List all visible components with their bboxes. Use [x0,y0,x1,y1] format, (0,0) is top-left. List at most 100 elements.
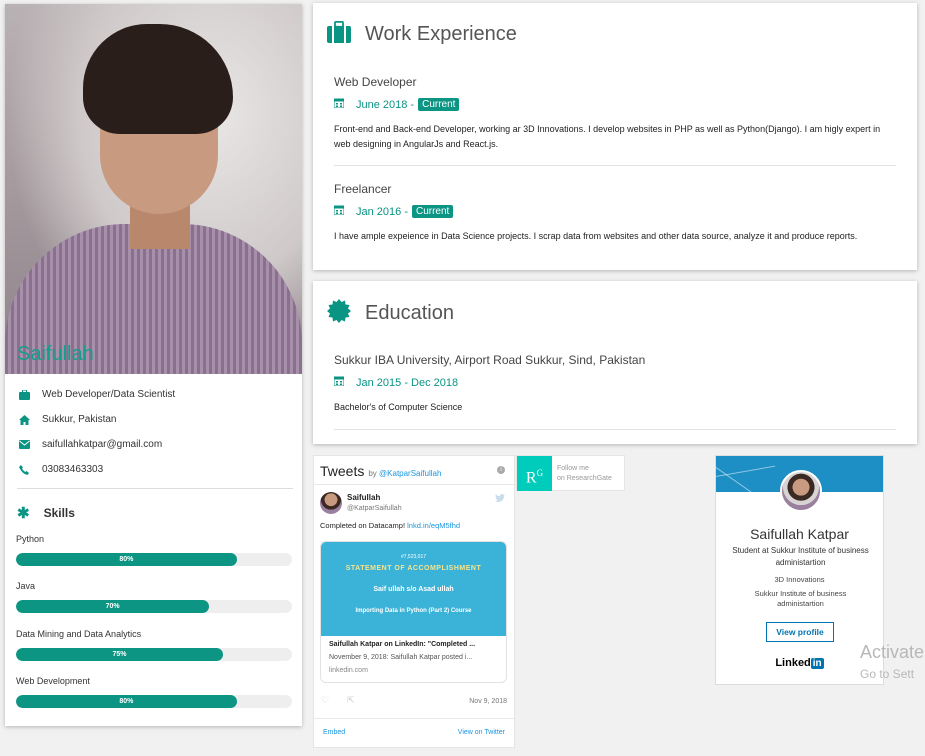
view-on-twitter-link[interactable]: View on Twitter [458,729,505,736]
certificate-number: #7,523,017 [400,554,427,560]
linkedin-name[interactable]: Saifullah Katpar [716,526,883,542]
tweets-handle-link[interactable]: @KatparSaifullah [379,469,441,478]
skills-heading: ✱ Skills [17,505,75,522]
skill-label: Java [16,581,36,591]
tweets-header: Tweets by @KatparSaifullah [320,463,441,479]
skill-progress-bar: 80% [16,553,237,566]
work-experience-card: Work Experience Web Developer June 2018 … [313,3,917,270]
info-text: Sukkur, Pakistan [42,414,117,425]
tweet-user-handle[interactable]: @KatparSaifullah [347,505,402,512]
skill-label: Web Development [16,676,90,686]
job-role: Freelancer [334,182,392,196]
job-date-text: Jan 2016 - [356,205,408,218]
tweet-date[interactable]: Nov 9, 2018 [469,698,507,705]
tweet-user-name[interactable]: Saifullah [347,493,380,502]
work-heading: Work Experience [327,20,517,48]
calendar-icon [333,98,345,111]
skill-progress-bar: 75% [16,648,223,661]
linkedin-school[interactable]: Sukkur Institute of business administart… [736,589,865,609]
profile-photo: Saifullah [5,4,302,374]
info-text: 03083463303 [42,464,104,475]
linkedin-company[interactable]: 3D Innovations [716,575,883,584]
job-description: I have ample expeience in Data Science p… [334,231,858,241]
tweet-link-card[interactable]: #7,523,017 STATEMENT OF ACCOMPLISHMENT S… [320,541,507,683]
education-heading: Education [327,299,454,328]
linkedin-headline: Student at Sukkur Institute of business … [732,546,869,567]
profile-card: Saifullah Web Developer/Data Scientist S… [5,4,302,726]
school-name: Sukkur IBA University, Airport Road Sukk… [334,353,646,367]
divider [17,488,293,489]
avatar[interactable] [320,492,342,514]
linkedin-profile-badge: Saifullah Katpar Student at Sukkur Insti… [715,455,884,685]
calendar-icon [333,376,345,389]
skill-python: Python 80% [16,534,292,566]
card-url: linkedin.com [329,667,368,674]
degree: Bachelor's of Computer Science [334,402,463,412]
job-date: June 2018 - Current [333,98,896,111]
tweet-link[interactable]: lnkd.in/eqM5fhd [407,521,460,530]
skill-progress-track: 70% [16,600,292,613]
heart-icon[interactable]: ♡ [321,695,329,706]
activation-watermark-subtitle: Go to Sett [860,667,915,681]
twitter-bird-icon[interactable] [495,494,505,504]
education-date: Jan 2015 - Dec 2018 [333,376,896,389]
certificate-course: Importing Data in Python (Part 2) Course [355,608,472,614]
divider [334,429,896,430]
asterisk-icon: ✱ [17,505,30,522]
education-date-text: Jan 2015 - Dec 2018 [356,376,459,389]
skill-label: Data Mining and Data Analytics [16,629,142,639]
profile-name: Saifullah [17,343,94,365]
envelope-icon [17,440,31,449]
certificate-name: Saif ullah s/o Asad ullah [373,586,454,593]
tweets-byline: by @KatparSaifullah [368,469,442,478]
job-entry: Web Developer June 2018 - Current Front-… [333,75,896,152]
card-description: November 9, 2018: Saifullah Katpar poste… [329,654,473,661]
researchgate-logo: RG [517,456,552,491]
job-role: Web Developer [334,75,417,89]
twitter-timeline-widget: Tweets by @KatparSaifullah i Saifullah @… [313,455,515,748]
education-entry: Sukkur IBA University, Airport Road Sukk… [333,353,896,415]
tweet-text: Completed on Datacamp! lnkd.in/eqM5fhd [320,521,461,530]
job-date-text: June 2018 - [356,98,415,111]
divider [314,718,514,719]
certificate-image: #7,523,017 STATEMENT OF ACCOMPLISHMENT S… [321,542,506,636]
researchgate-text: Follow me on ResearchGate [557,465,612,482]
info-phone: 03083463303 [17,457,292,482]
phone-icon [17,464,31,475]
education-card: Education Sukkur IBA University, Airport… [313,281,917,444]
tweets-title: Tweets [320,463,365,479]
linkedin-logo[interactable]: Linked in [716,657,883,669]
info-text: saifullahkatpar@gmail.com [42,439,163,450]
briefcase-icon [17,389,31,400]
skill-web-development: Web Development 80% [16,676,292,708]
current-badge: Current [418,98,460,111]
info-text: Web Developer/Data Scientist [42,389,176,400]
info-location: Sukkur, Pakistan [17,407,292,432]
researchgate-follow-button[interactable]: RG Follow me on ResearchGate [516,455,625,491]
skill-java: Java 70% [16,581,292,613]
skill-progress-track: 80% [16,695,292,708]
section-title: Education [365,302,454,324]
job-entry: Freelancer Jan 2016 - Current I have amp… [333,182,896,244]
embed-link[interactable]: Embed [323,729,345,736]
contact-info: Web Developer/Data Scientist Sukkur, Pak… [17,382,292,482]
card-title: Saifullah Katpar on LinkedIn: "Completed… [329,641,476,648]
current-badge: Current [411,205,454,218]
job-date: Jan 2016 - Current [333,205,896,218]
info-icon[interactable]: i [497,466,505,474]
badge-certificate-icon [327,299,351,328]
job-description: Front-end and Back-end Developer, workin… [334,124,881,149]
skill-progress-track: 80% [16,553,292,566]
section-title: Work Experience [365,23,517,45]
view-profile-button[interactable]: View profile [766,622,834,642]
suitcase-icon [327,20,351,48]
skill-progress-bar: 70% [16,600,210,613]
divider [334,165,896,166]
info-email: saifullahkatpar@gmail.com [17,432,292,457]
divider [314,484,514,485]
activation-watermark-title: Activate [860,642,925,662]
skill-label: Python [16,534,45,544]
skill-progress-bar: 80% [16,695,237,708]
certificate-title: STATEMENT OF ACCOMPLISHMENT [345,565,482,572]
share-icon[interactable]: ⇱ [347,695,355,706]
